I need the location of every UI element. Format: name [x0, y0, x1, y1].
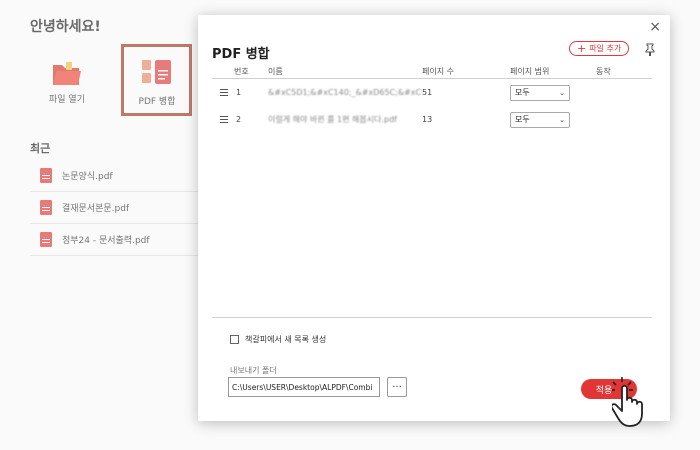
plus-icon: + — [577, 42, 587, 55]
drag-handle-icon[interactable] — [220, 114, 228, 125]
row-page-count: 13 — [422, 115, 433, 124]
col-header-pages: 페이지 수 — [422, 67, 454, 76]
export-path-input[interactable] — [228, 377, 380, 397]
row-file-name: &#xC5D1;&#xC140;_&#xD65C;&#xC6A9;_&#xAC0… — [268, 88, 422, 97]
section-divider — [212, 317, 652, 318]
pin-icon[interactable] — [644, 43, 656, 56]
page-range-value: 모두 — [515, 115, 530, 124]
chevron-down-icon: ⌄ — [559, 88, 565, 97]
browse-folder-button[interactable]: ··· — [387, 377, 407, 397]
bookmark-option[interactable]: 책갈피에서 새 목록 생성 — [230, 334, 326, 345]
add-file-button[interactable]: + 파일 추가 — [569, 41, 630, 56]
drag-handle-icon[interactable] — [220, 87, 228, 98]
dialog-title: PDF 병합 — [212, 47, 270, 62]
col-header-range: 페이지 범위 — [510, 67, 550, 76]
row-number: 2 — [236, 115, 242, 124]
page-range-value: 모두 — [515, 88, 530, 97]
col-header-name: 이름 — [268, 67, 283, 76]
bookmark-checkbox-label: 책갈피에서 새 목록 생성 — [245, 335, 327, 344]
hand-cursor-icon — [612, 377, 643, 427]
page-range-select[interactable]: 모두 ⌄ — [510, 111, 570, 128]
page-range-select[interactable]: 모두 ⌄ — [510, 84, 570, 101]
export-folder-label: 내보내기 폴더 — [230, 366, 277, 375]
row-number: 1 — [236, 88, 242, 97]
bookmark-checkbox[interactable] — [230, 335, 239, 344]
row-page-count: 51 — [422, 88, 433, 97]
close-button[interactable]: × — [649, 19, 661, 35]
add-file-label: 파일 추가 — [589, 44, 622, 53]
pdf-merge-dialog: × PDF 병합 + 파일 추가 번호 이름 페이지 수 페이지 범위 동작 1… — [198, 15, 670, 421]
col-header-action: 동작 — [596, 67, 611, 76]
file-table: 번호 이름 페이지 수 페이지 범위 동작 1 &#xC5D1;&#xC140;… — [212, 65, 652, 133]
row-file-name: 이럴게 해야 바뀐 를 1편 해봅시다.pdf — [268, 115, 397, 124]
table-header: 번호 이름 페이지 수 페이지 범위 동작 — [212, 65, 652, 79]
chevron-down-icon: ⌄ — [559, 115, 565, 124]
table-row[interactable]: 2 이럴게 해야 바뀐 를 1편 해봅시다.pdf 13 모두 ⌄ — [212, 106, 652, 133]
col-header-no: 번호 — [234, 67, 249, 76]
table-row[interactable]: 1 &#xC5D1;&#xC140;_&#xD65C;&#xC6A9;_&#xA… — [212, 79, 652, 106]
